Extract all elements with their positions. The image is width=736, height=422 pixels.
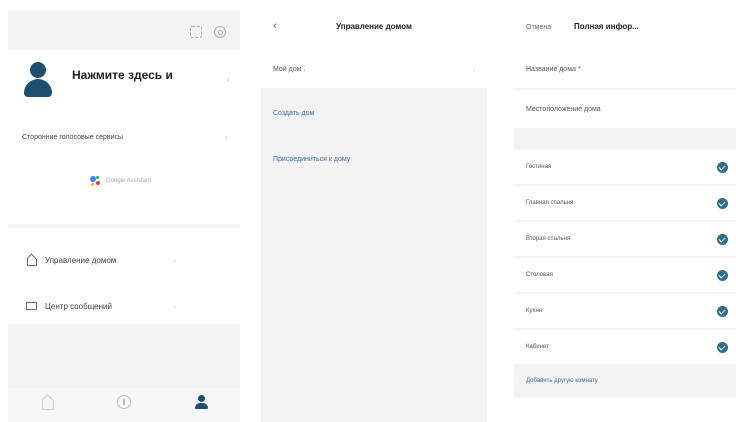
user-tab-icon (194, 395, 209, 409)
menu-item-message-center[interactable]: Центр сообщений › (8, 286, 240, 326)
chevron-right-icon: › (472, 64, 475, 74)
room-row[interactable]: Кабинет (514, 330, 736, 364)
page-title: Управление домом (336, 22, 412, 31)
add-room-link[interactable]: Добавить другую комнату (526, 378, 598, 384)
chevron-right-icon: › (226, 74, 230, 85)
room-name: Столовая (526, 272, 553, 278)
check-circle-icon[interactable] (717, 341, 728, 353)
bottom-area (514, 398, 736, 422)
check-circle-icon[interactable] (717, 269, 728, 281)
scan-icon[interactable] (190, 26, 202, 38)
header: Отмена Полная инфор... (514, 10, 736, 50)
chevron-right-icon: › (173, 255, 176, 265)
menu-card: Управление домом › Центр сообщений › (8, 228, 240, 324)
google-assistant-icon (90, 176, 100, 186)
room-name: Кухня (526, 308, 543, 314)
message-icon (26, 302, 37, 310)
profile-screen: Нажмите здесь и › Сторонние голосовые се… (8, 10, 240, 422)
room-row[interactable]: Главная спальня (514, 186, 736, 220)
home-management-screen: ‹ Управление домом Мой дом . › Создать д… (261, 10, 487, 422)
join-home-link[interactable]: Присоединиться к дому (273, 156, 350, 163)
home-name-field[interactable]: Название дома * (514, 50, 736, 88)
settings-icon[interactable] (214, 26, 226, 38)
check-circle-icon[interactable] (717, 305, 728, 317)
room-name: Кабинет (526, 344, 549, 350)
check-circle-icon[interactable] (717, 197, 728, 209)
profile-card[interactable]: Нажмите здесь и › (8, 50, 240, 126)
my-home-label: Мой дом . (273, 65, 306, 73)
voice-services-card: Сторонние голосовые сервисы › Google Ass… (8, 120, 240, 224)
menu-item-label: Управление домом (45, 255, 117, 265)
bottom-tab-bar (8, 388, 240, 422)
home-name-label: Название дома * (526, 65, 581, 73)
my-home-row[interactable]: Мой дом . › (261, 50, 487, 88)
tab-smart[interactable] (116, 395, 131, 415)
tab-home[interactable] (40, 395, 54, 415)
check-circle-icon[interactable] (717, 233, 728, 245)
chevron-right-icon: › (173, 301, 176, 311)
menu-item-label: Центр сообщений (45, 301, 112, 311)
home-location-label: Местоположение дома (526, 105, 601, 113)
page-title: Полная инфор... (574, 22, 639, 31)
room-row[interactable]: Столовая (514, 258, 736, 292)
cancel-button[interactable]: Отмена (526, 24, 551, 31)
smart-tab-icon (116, 395, 131, 409)
home-tab-icon (40, 395, 54, 410)
room-row[interactable]: Гостиная (514, 150, 736, 184)
check-circle-icon[interactable] (717, 161, 728, 173)
room-name: Главная спальня (526, 200, 574, 206)
home-location-field[interactable]: Местоположение дома (514, 90, 736, 128)
google-assistant-label: Google Assistant (106, 178, 152, 184)
avatar (22, 62, 54, 102)
room-row[interactable]: Вторая спальня (514, 222, 736, 256)
top-icons (190, 26, 226, 38)
profile-name: Нажмите здесь и (72, 68, 173, 82)
voice-services-title: Сторонние голосовые сервисы (22, 134, 124, 141)
house-icon (26, 255, 37, 266)
room-row[interactable]: Кухня (514, 294, 736, 328)
home-info-screen: Отмена Полная инфор... Название дома * М… (514, 10, 736, 422)
header: ‹ Управление домом (261, 10, 487, 50)
chevron-right-icon[interactable]: › (225, 132, 228, 142)
menu-item-home-management[interactable]: Управление домом › (8, 240, 240, 280)
room-name: Гостиная (526, 164, 552, 170)
tab-me[interactable] (194, 395, 209, 415)
room-name: Вторая спальня (526, 236, 571, 242)
create-home-link[interactable]: Создать дом (273, 110, 314, 117)
google-assistant-button[interactable]: Google Assistant (90, 176, 151, 186)
